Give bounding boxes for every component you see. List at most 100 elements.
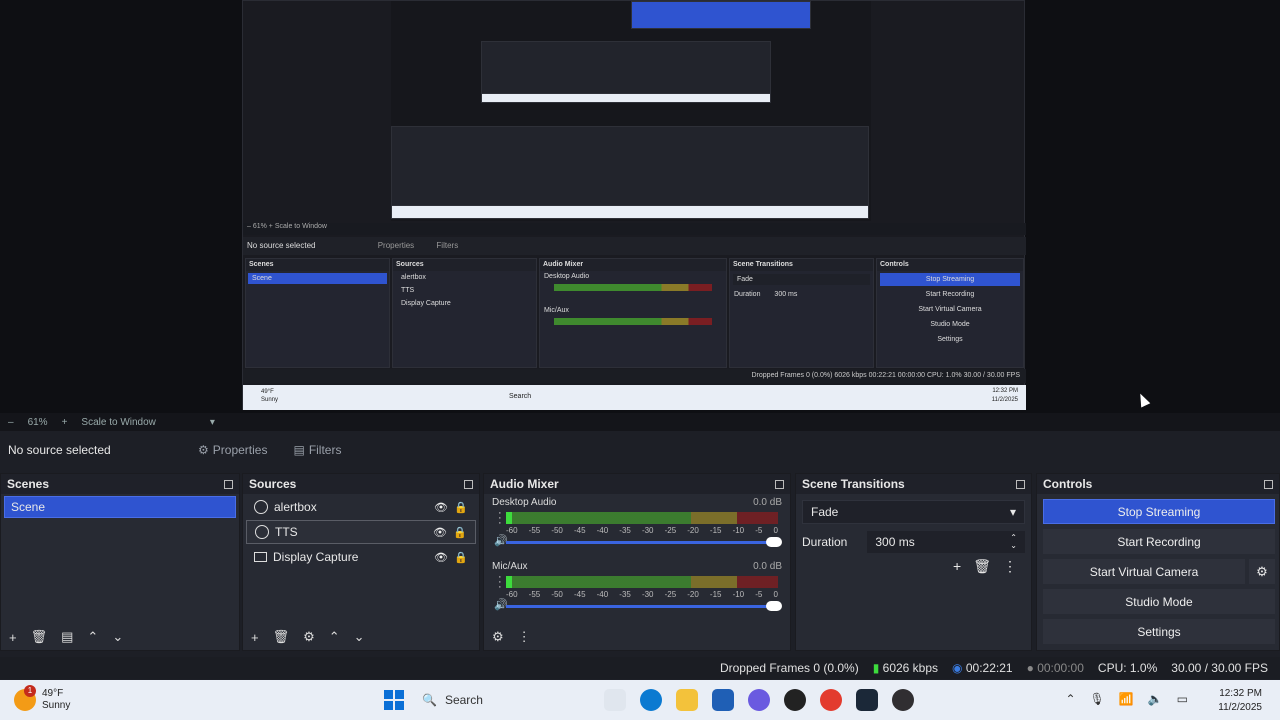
zoom-out-button[interactable]: –	[8, 417, 14, 428]
nested-transitions-title: Scene Transitions	[730, 259, 873, 271]
lock-icon[interactable]: 🔒	[453, 526, 467, 539]
add-icon[interactable]: +	[953, 558, 961, 575]
source-row-alertbox[interactable]: alertbox 👁 🔒	[246, 495, 476, 519]
undock-icon[interactable]	[464, 479, 473, 489]
chevron-down-icon: ▾	[1009, 505, 1016, 519]
undock-icon[interactable]	[1016, 479, 1025, 489]
globe-icon	[254, 500, 268, 514]
nested-sources-title: Sources	[393, 259, 536, 271]
slider-handle[interactable]	[766, 537, 782, 547]
spinner-icon[interactable]: ⌃ ⌄	[1010, 534, 1017, 550]
broadcast-icon: ◉	[952, 661, 963, 675]
microphone-icon[interactable]: 🎙	[1090, 692, 1105, 706]
tick: -20	[687, 526, 699, 535]
weather-widget[interactable]: 1 49°F Sunny	[14, 685, 344, 712]
chevron-up-icon[interactable]: ⌃	[329, 629, 340, 645]
audio-mixer-dock: Audio Mixer Desktop Audio 0.0 dB · · · -60 -…	[483, 473, 791, 651]
more-vertical-icon[interactable]: ⋮	[1003, 558, 1017, 575]
properties-button[interactable]: ⚙ Properties	[188, 439, 277, 461]
start-recording-button[interactable]: Start Recording	[1043, 529, 1275, 554]
add-icon[interactable]: +	[251, 630, 259, 645]
trash-icon[interactable]: 🗑	[973, 558, 991, 575]
transition-select[interactable]: Fade ▾	[802, 500, 1025, 524]
source-name: Display Capture	[273, 550, 359, 564]
pinned-apps	[604, 689, 914, 711]
battery-icon[interactable]: ▭	[1177, 692, 1188, 706]
dropped-frames: Dropped Frames 0 (0.0%)	[719, 661, 859, 675]
chevron-up-icon[interactable]: ⌃	[87, 629, 98, 645]
github-icon[interactable]	[784, 689, 806, 711]
filters-button[interactable]: ▤ Filters	[283, 439, 351, 461]
store-icon[interactable]	[712, 689, 734, 711]
zoom-in-button[interactable]: +	[62, 417, 68, 428]
stop-streaming-button[interactable]: Stop Streaming	[1043, 499, 1275, 524]
transition-tools: + 🗑 ⋮	[810, 558, 1017, 575]
duration-input[interactable]: 300 ms ⌃ ⌄	[867, 531, 1025, 553]
scenes-title: Scenes	[7, 477, 50, 491]
chevron-down-icon[interactable]: ⌄	[354, 629, 365, 645]
more-vertical-icon[interactable]: ⋮	[518, 629, 531, 645]
file-explorer-icon[interactable]	[604, 689, 626, 711]
tick: -15	[709, 526, 722, 535]
source-row-tts[interactable]: TTS 👁 🔒	[246, 520, 476, 544]
chevron-up-icon[interactable]: ⌃	[1065, 692, 1075, 706]
meter-ticks: -60 -55 -50 -45 -40 -35 -30 -25 -20 -15 -10 -5 0	[506, 526, 778, 535]
obs-icon[interactable]	[892, 689, 914, 711]
eye-icon[interactable]: 👁	[433, 526, 447, 539]
trash-icon[interactable]: 🗑	[31, 629, 48, 645]
steam-icon[interactable]	[856, 689, 878, 711]
start-virtual-camera-button[interactable]: Start Virtual Camera	[1043, 559, 1245, 584]
settings-button[interactable]: Settings	[1043, 619, 1275, 644]
taskbar-clock[interactable]: 12:32 PM 11/2/2025	[1218, 687, 1262, 715]
chrome-icon[interactable]	[820, 689, 842, 711]
taskbar-search[interactable]: 🔍 Search	[422, 693, 592, 707]
lock-icon[interactable]: 🔒	[454, 551, 468, 564]
scale-mode[interactable]: Scale to Window	[81, 417, 155, 428]
mixer-header: Audio Mixer	[484, 474, 790, 494]
eye-icon[interactable]: 👁	[434, 501, 448, 514]
trash-icon[interactable]: 🗑	[273, 629, 290, 645]
gear-icon[interactable]: ⚙	[492, 629, 504, 645]
mixer-footer: ⚙ ⋮	[484, 624, 790, 650]
nested-mini-panels	[481, 41, 771, 101]
chevron-down-icon[interactable]: ⌄	[112, 629, 123, 645]
tick: 0	[773, 590, 778, 599]
windows-start-icon[interactable]	[384, 690, 404, 710]
undock-icon[interactable]	[224, 479, 233, 489]
bitrate-value: 6026 kbps	[882, 661, 939, 675]
studio-mode-button[interactable]: Studio Mode	[1043, 589, 1275, 614]
tick: -40	[596, 526, 609, 535]
nested-date: 11/2/2025	[991, 397, 1018, 403]
gear-icon[interactable]: ⚙	[303, 629, 315, 645]
lock-icon[interactable]: 🔒	[454, 501, 468, 514]
volume-icon[interactable]: 🔈	[1148, 692, 1163, 706]
undock-icon[interactable]	[1264, 479, 1273, 489]
undock-icon[interactable]	[775, 479, 784, 489]
add-icon[interactable]: +	[9, 630, 17, 645]
chevron-down-icon[interactable]: ▾	[210, 417, 215, 428]
record-time-value: 00:00:00	[1037, 661, 1084, 675]
preview-canvas[interactable]: – 61% + Scale to Window No source select…	[0, 0, 1280, 413]
slider-handle[interactable]	[766, 601, 782, 611]
transitions-header: Scene Transitions	[796, 474, 1031, 494]
nested-toolbar: No source selected Properties Filters	[243, 237, 1026, 255]
tick: -45	[573, 526, 586, 535]
scene-list-item[interactable]: Scene	[4, 496, 236, 518]
edge-icon[interactable]	[640, 689, 662, 711]
discord-icon[interactable]	[748, 689, 770, 711]
wifi-icon[interactable]: 📶	[1119, 692, 1134, 706]
more-vertical-icon[interactable]: · · ·	[498, 572, 502, 593]
volume-slider[interactable]	[506, 537, 782, 547]
more-vertical-icon[interactable]: · · ·	[498, 508, 502, 529]
filter-icon[interactable]: ▤	[61, 629, 73, 645]
channel-name: Desktop Audio	[492, 497, 557, 508]
folder-icon[interactable]	[676, 689, 698, 711]
eye-icon[interactable]: 👁	[434, 551, 448, 564]
gear-icon[interactable]: ⚙	[1249, 559, 1275, 584]
fps: 30.00 / 30.00 FPS	[1171, 661, 1268, 675]
stream-time: ◉ 00:22:21	[952, 661, 1013, 675]
nested-temp: 49°F	[261, 389, 274, 395]
mouse-cursor	[1135, 391, 1151, 408]
volume-slider[interactable]	[506, 601, 782, 611]
source-row-display-capture[interactable]: Display Capture 👁 🔒	[246, 545, 476, 569]
